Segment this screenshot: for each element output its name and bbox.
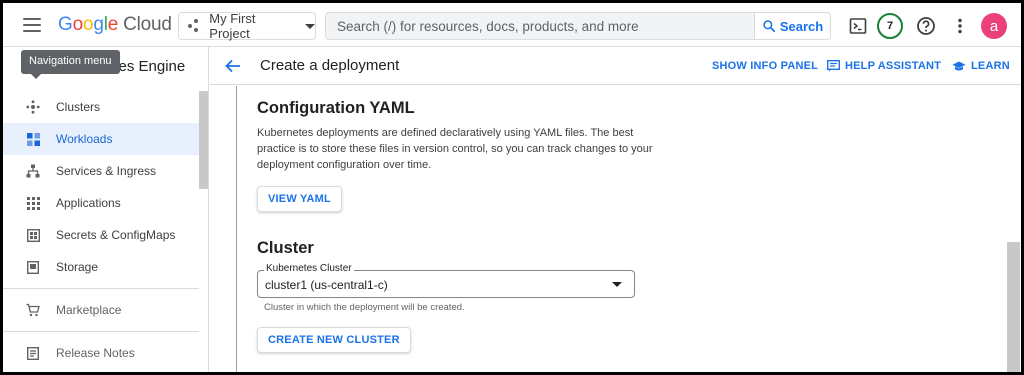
view-yaml-button[interactable]: VIEW YAML	[257, 186, 342, 212]
main-content: Configuration YAML Kubernetes deployment…	[210, 86, 1021, 372]
kubernetes-cluster-select[interactable]: Kubernetes Cluster cluster1 (us-central1…	[257, 263, 635, 298]
search-bar[interactable]: Search (/) for resources, docs, products…	[325, 12, 831, 40]
sidebar-divider	[3, 288, 199, 289]
sidebar-divider	[3, 331, 199, 332]
top-bar: Google Cloud My First Project Search (/) …	[3, 3, 1021, 47]
project-selector[interactable]: My First Project	[178, 11, 316, 41]
clusters-icon	[25, 99, 41, 115]
sidebar-item-label: Release Notes	[56, 346, 135, 360]
sidebar-item-clusters[interactable]: Clusters	[3, 91, 199, 123]
applications-icon	[25, 195, 41, 211]
secrets-icon	[25, 227, 41, 243]
chat-icon	[827, 60, 840, 72]
services-icon	[25, 163, 41, 179]
notes-icon	[25, 345, 41, 361]
search-input[interactable]: Search (/) for resources, docs, products…	[326, 19, 754, 34]
sidebar-item-secrets-configmaps[interactable]: Secrets & ConfigMaps	[3, 219, 199, 251]
sidebar-scrollbar[interactable]	[199, 91, 208, 189]
sidebar-item-label: Workloads	[56, 132, 113, 146]
navigation-menu-tooltip: Navigation menu	[21, 50, 120, 79]
help-icon[interactable]	[914, 14, 938, 38]
page-header: Create a deployment SHOW INFO PANEL HELP…	[210, 47, 1021, 85]
cluster-helper-text: Cluster in which the deployment will be …	[264, 302, 465, 313]
create-new-cluster-button[interactable]: CREATE NEW CLUSTER	[257, 327, 411, 353]
google-cloud-logo[interactable]: Google Cloud	[58, 14, 172, 36]
cluster-heading: Cluster	[257, 239, 314, 257]
kubernetes-cluster-value: cluster1 (us-central1-c)	[265, 278, 388, 292]
menu-icon[interactable]	[21, 15, 43, 35]
more-vert-icon[interactable]	[948, 14, 972, 38]
cloud-shell-icon[interactable]	[846, 14, 870, 38]
sidebar-item-label: Marketplace	[56, 303, 122, 317]
app-frame: Google Cloud My First Project Search (/) …	[0, 0, 1024, 375]
page-title: Create a deployment	[260, 57, 400, 74]
sidebar: etes Engine Navigation menu Clusters Wor…	[3, 47, 209, 372]
learn-button[interactable]: LEARN	[952, 60, 1010, 72]
project-icon	[188, 19, 201, 33]
sidebar-item-label: Applications	[56, 196, 121, 210]
cart-icon	[25, 302, 41, 318]
sidebar-item-label: Services & Ingress	[56, 164, 157, 178]
storage-icon	[25, 259, 41, 275]
sidebar-item-services-ingress[interactable]: Services & Ingress	[3, 155, 199, 187]
show-info-panel-button[interactable]: SHOW INFO PANEL	[712, 60, 818, 72]
main-scrollbar[interactable]	[1007, 242, 1020, 372]
configuration-yaml-heading: Configuration YAML	[257, 99, 415, 117]
search-icon	[763, 20, 775, 33]
sidebar-item-label: Clusters	[56, 100, 101, 114]
sidebar-item-marketplace[interactable]: Marketplace	[3, 294, 199, 326]
configuration-description: Kubernetes deployments are defined decla…	[257, 127, 653, 171]
sidebar-item-workloads[interactable]: Workloads	[3, 123, 199, 155]
search-button[interactable]: Search	[754, 13, 830, 39]
help-assistant-button[interactable]: HELP ASSISTANT	[827, 60, 941, 72]
sidebar-item-release-notes[interactable]: Release Notes	[3, 337, 199, 369]
section-divider-line	[236, 86, 237, 372]
sidebar-nav: Clusters Workloads Services & Ingress Ap…	[3, 91, 199, 369]
back-arrow-icon[interactable]	[224, 57, 242, 75]
workloads-icon	[25, 131, 41, 147]
sidebar-item-applications[interactable]: Applications	[3, 187, 199, 219]
school-icon	[952, 61, 966, 70]
project-name: My First Project	[209, 11, 256, 41]
kubernetes-cluster-label: Kubernetes Cluster	[264, 263, 354, 274]
avatar[interactable]: a	[981, 13, 1007, 39]
chevron-down-icon	[305, 23, 315, 29]
notifications-badge[interactable]: 7	[877, 13, 903, 39]
sidebar-item-storage[interactable]: Storage	[3, 251, 199, 283]
sidebar-item-label: Storage	[56, 260, 99, 274]
sidebar-item-label: Secrets & ConfigMaps	[56, 228, 176, 242]
dropdown-arrow-icon	[612, 282, 622, 287]
